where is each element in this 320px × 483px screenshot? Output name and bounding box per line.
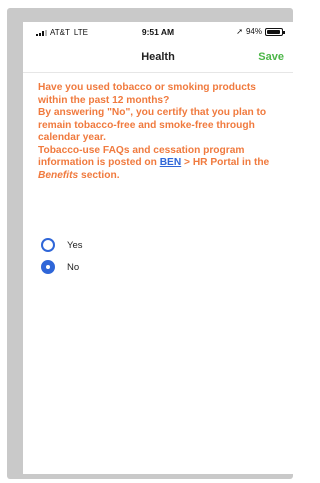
navigation-bar: Health Save	[23, 44, 293, 70]
option-yes[interactable]: Yes	[41, 234, 83, 256]
faq-info-text: Tobacco-use FAQs and cessation program i…	[38, 145, 288, 183]
certification-text: By answering "No", you certify that you …	[38, 107, 267, 143]
answer-options: Yes No	[41, 234, 83, 278]
benefits-text: Benefits	[38, 169, 79, 181]
page-title: Health	[141, 51, 175, 63]
question-text: Have you used tobacco or smoking product…	[38, 82, 256, 106]
save-button[interactable]: Save	[258, 51, 284, 63]
battery-fill	[267, 29, 281, 34]
location-arrow-icon: ➚	[236, 27, 243, 36]
device-frame: AT&T LTE 9:51 AM ➚ 94% Health Save Have …	[7, 8, 293, 479]
phone-screen: AT&T LTE 9:51 AM ➚ 94% Health Save Have …	[23, 22, 293, 474]
status-bar: AT&T LTE 9:51 AM ➚ 94%	[23, 22, 293, 42]
status-right: ➚ 94%	[236, 27, 285, 36]
option-yes-label: Yes	[67, 239, 83, 251]
faq-suffix: section.	[78, 169, 120, 181]
nav-divider	[23, 72, 293, 73]
faq-middle: > HR Portal in the	[181, 157, 270, 168]
option-no[interactable]: No	[41, 256, 83, 278]
tobacco-question: Have you used tobacco or smoking product…	[38, 82, 288, 182]
radio-no[interactable]	[41, 260, 55, 274]
battery-percent: 94%	[245, 27, 262, 36]
option-no-label: No	[67, 261, 80, 273]
radio-yes[interactable]	[41, 238, 55, 252]
battery-icon	[265, 27, 285, 36]
ben-link[interactable]: BEN	[160, 157, 182, 168]
